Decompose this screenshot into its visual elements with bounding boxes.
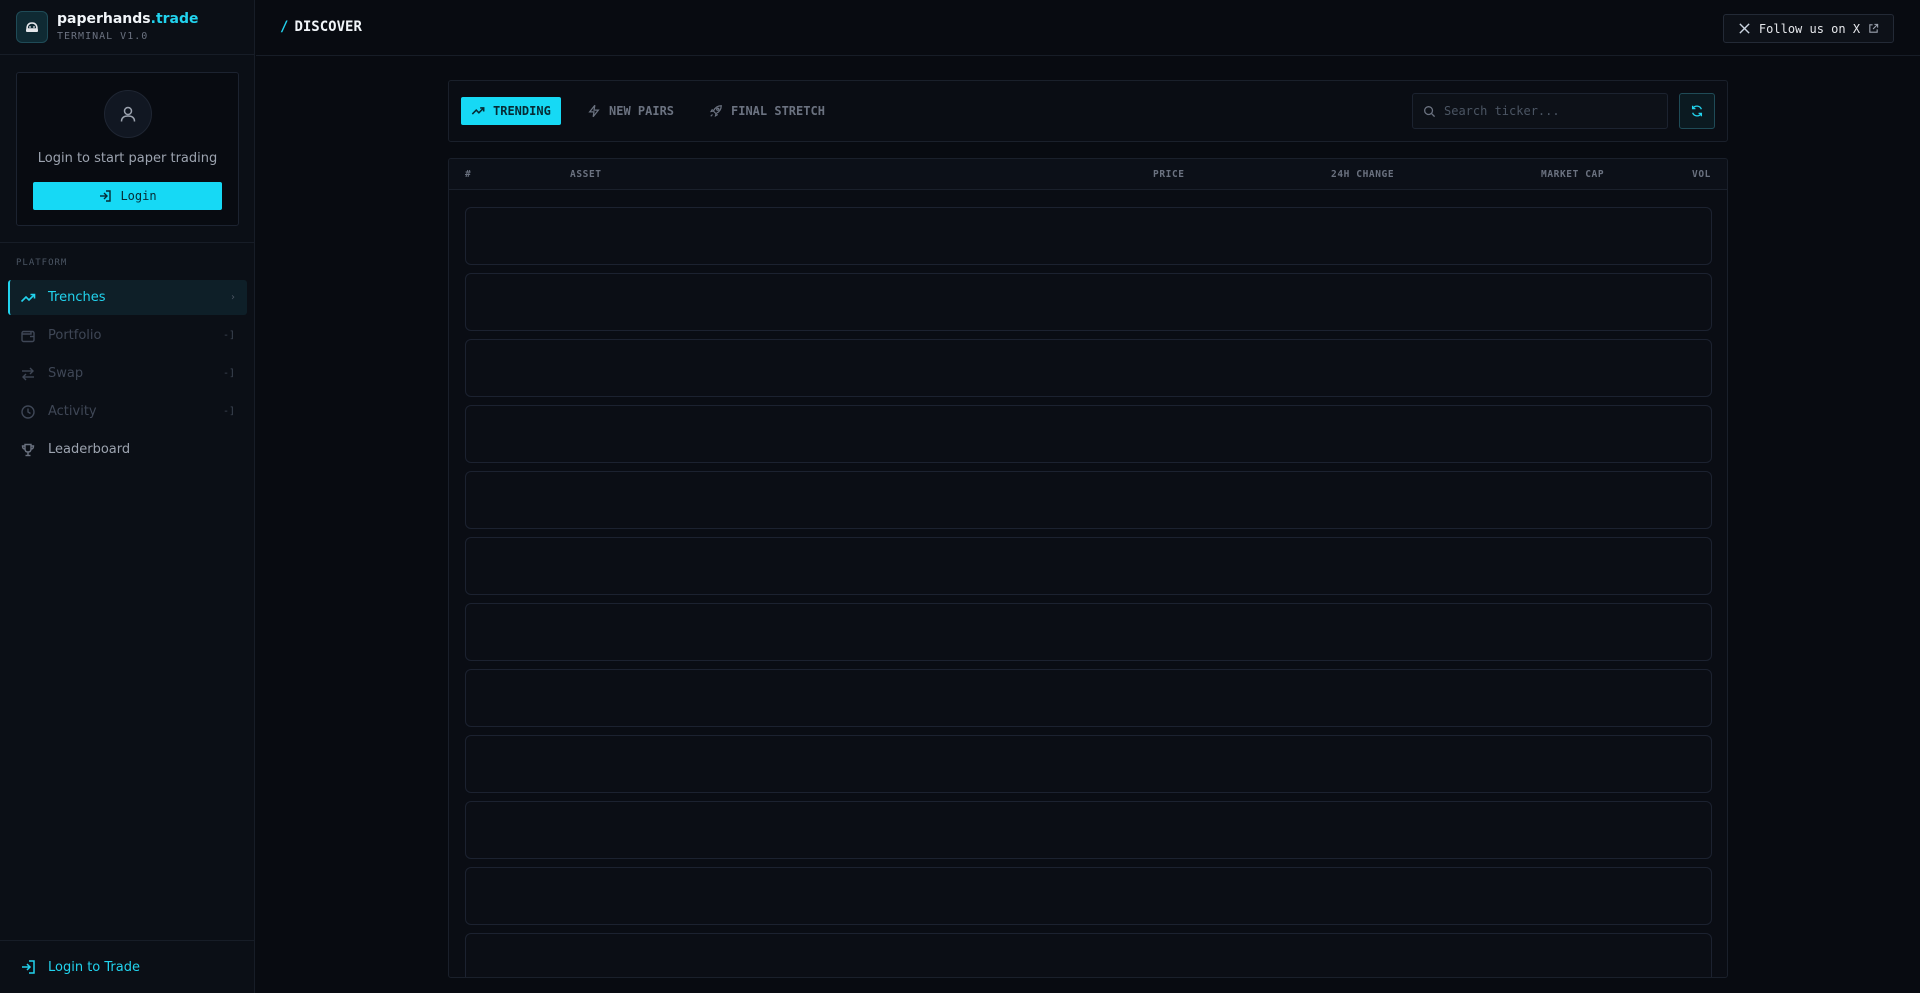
table-row-skeleton [465,669,1712,727]
login-card: Login to start paper trading Login [16,72,239,226]
brand[interactable]: paperhands.trade TERMINAL V1.0 [0,0,254,55]
tab-label: NEW PAIRS [609,104,675,118]
table-row-skeleton [465,339,1712,397]
sidebar-nav: Trenches › Portfolio -] Swap -] Activity… [8,280,247,470]
login-to-trade-label: Login to Trade [48,959,140,975]
top-header: / DISCOVER Follow us on X [256,0,1920,56]
locked-indicator: -] [222,406,235,417]
logo-icon [16,11,48,43]
discover-toolbar: TRENDING NEW PAIRS FINAL STRETCH [448,80,1728,142]
swap-icon [22,367,34,380]
table-row-skeleton [465,207,1712,265]
tab-label: TRENDING [493,104,551,118]
x-logo-icon [1739,23,1750,34]
login-icon [22,960,35,974]
column-header-asset: ASSET [570,169,602,180]
sidebar-item-trenches[interactable]: Trenches › [8,280,247,315]
table-header: # ASSET PRICE 24H CHANGE MARKET CAP VOL [449,159,1727,190]
tab-new-pairs[interactable]: NEW PAIRS [577,97,684,125]
sidebar-item-label: Leaderboard [48,442,131,457]
follow-on-x-button[interactable]: Follow us on X [1723,14,1894,43]
clock-icon [21,404,35,419]
column-header-rank: # [465,169,472,180]
table-row-skeleton [465,405,1712,463]
column-header-market-cap: MARKET CAP [1541,169,1605,180]
trending-up-icon [20,293,36,302]
search-icon [1424,105,1436,117]
search-box[interactable] [1412,93,1668,129]
refresh-icon [1691,105,1703,117]
lightning-icon [588,104,600,118]
brand-name: paperhands.trade [57,10,199,27]
sidebar-item-label: Activity [48,404,97,419]
table-row-skeleton [465,537,1712,595]
sidebar-divider [0,242,255,243]
sidebar-item-swap[interactable]: Swap -] [8,356,247,391]
table-row-skeleton [465,471,1712,529]
login-button-label: Login [120,189,157,203]
tab-trending[interactable]: TRENDING [461,97,561,125]
refresh-button[interactable] [1679,93,1715,129]
sidebar: paperhands.trade TERMINAL V1.0 Login to … [0,0,255,993]
sidebar-item-portfolio[interactable]: Portfolio -] [8,318,247,353]
sidebar-item-leaderboard[interactable]: Leaderboard [8,432,247,467]
token-table: # ASSET PRICE 24H CHANGE MARKET CAP VOL [448,158,1728,978]
table-body [465,207,1712,977]
user-icon [104,90,152,138]
chevron-right-icon: › [231,292,235,303]
external-link-icon [1869,23,1879,33]
sidebar-item-label: Swap [48,366,84,381]
table-row-skeleton [465,735,1712,793]
trophy-icon [21,443,35,456]
tab-label: FINAL STRETCH [731,104,825,118]
column-header-price: PRICE [1153,169,1185,180]
column-header-24h-change: 24H CHANGE [1331,169,1395,180]
login-prompt-text: Login to start paper trading [37,151,218,166]
wallet-icon [21,330,35,342]
table-row-skeleton [465,273,1712,331]
login-to-trade-link[interactable]: Login to Trade [0,940,255,993]
login-icon [100,190,112,202]
locked-indicator: -] [222,368,235,379]
column-header-volume: VOL [1692,169,1711,180]
sidebar-item-label: Trenches [48,290,106,305]
nav-section-label: PLATFORM [16,258,68,268]
table-row-skeleton [465,867,1712,925]
table-row-skeleton [465,603,1712,661]
locked-indicator: -] [222,330,235,341]
follow-on-x-label: Follow us on X [1758,21,1861,36]
rocket-icon [709,105,722,118]
sidebar-item-label: Portfolio [48,328,102,343]
table-row-skeleton [465,933,1712,977]
trending-up-icon [471,107,485,115]
tab-final-stretch[interactable]: FINAL STRETCH [699,97,835,125]
brand-subtitle: TERMINAL V1.0 [57,30,149,42]
page-title: / DISCOVER [280,19,362,35]
sidebar-item-activity[interactable]: Activity -] [8,394,247,429]
login-button[interactable]: Login [33,182,222,210]
table-row-skeleton [465,801,1712,859]
search-input[interactable] [1444,104,1644,118]
